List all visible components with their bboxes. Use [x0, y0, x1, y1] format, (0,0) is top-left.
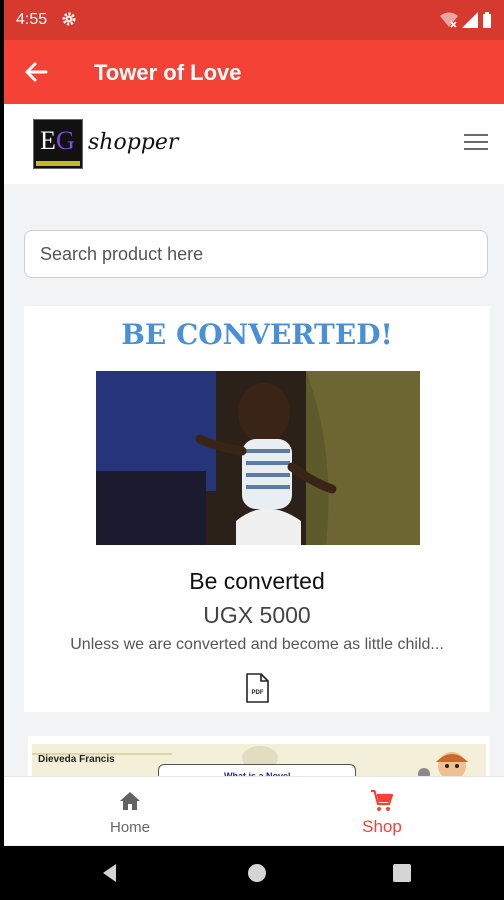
- nav-label-shop: Shop: [362, 817, 402, 836]
- settings-gear-icon: [62, 12, 76, 26]
- signal-icon: [462, 12, 478, 28]
- logo-wordmark: shopper: [88, 130, 179, 155]
- status-bar: 4:55: [4, 0, 504, 40]
- logo-letter-g: G: [56, 126, 75, 155]
- shopping-cart-icon: [371, 789, 394, 811]
- product-description: Unless we are converted and become as li…: [70, 636, 444, 653]
- product-author: Dieveda Francis: [38, 754, 115, 765]
- product-price: UGX 5000: [203, 602, 311, 628]
- status-time: 4:55: [16, 11, 48, 28]
- nav-item-shop[interactable]: Shop: [342, 777, 422, 845]
- product-banner-title: BE CONVERTED!: [121, 318, 393, 351]
- menu-line: [464, 141, 488, 143]
- page-title: Tower of Love: [94, 60, 242, 85]
- battery-icon: [483, 12, 491, 28]
- search-box: [24, 230, 488, 278]
- svg-text:PDF: PDF: [252, 690, 264, 696]
- wifi-icon: [440, 12, 458, 28]
- system-home-icon[interactable]: [247, 863, 267, 883]
- menu-line: [464, 148, 488, 150]
- store-logo[interactable]: E G: [33, 119, 83, 169]
- nav-label-home: Home: [109, 819, 150, 836]
- status-icons: [440, 12, 492, 28]
- app-screen: 4:55 Tower of Love E G shopper Search pr…: [4, 0, 504, 900]
- search-input[interactable]: [25, 231, 487, 277]
- back-arrow-icon[interactable]: [22, 58, 50, 86]
- site-header: E G shopper: [4, 104, 504, 184]
- menu-line: [464, 134, 488, 136]
- product-card[interactable]: BE CONVERTED! Be converted UGX 5000 Unle…: [24, 306, 490, 712]
- pdf-file-icon[interactable]: PDF: [245, 673, 269, 703]
- product-image[interactable]: [96, 371, 420, 545]
- app-bar: Tower of Love: [4, 40, 504, 104]
- bottom-nav: Home Shop: [4, 776, 504, 845]
- logo-strip: [36, 161, 80, 166]
- system-nav-bar: [4, 846, 504, 900]
- home-icon: [120, 792, 140, 810]
- system-back-icon[interactable]: [100, 863, 120, 883]
- system-recents-icon[interactable]: [393, 864, 411, 882]
- nav-item-home[interactable]: Home: [90, 777, 170, 845]
- hamburger-menu-icon[interactable]: [464, 134, 488, 152]
- logo-letter-e: E: [40, 126, 56, 155]
- product-name[interactable]: Be converted: [24, 568, 490, 595]
